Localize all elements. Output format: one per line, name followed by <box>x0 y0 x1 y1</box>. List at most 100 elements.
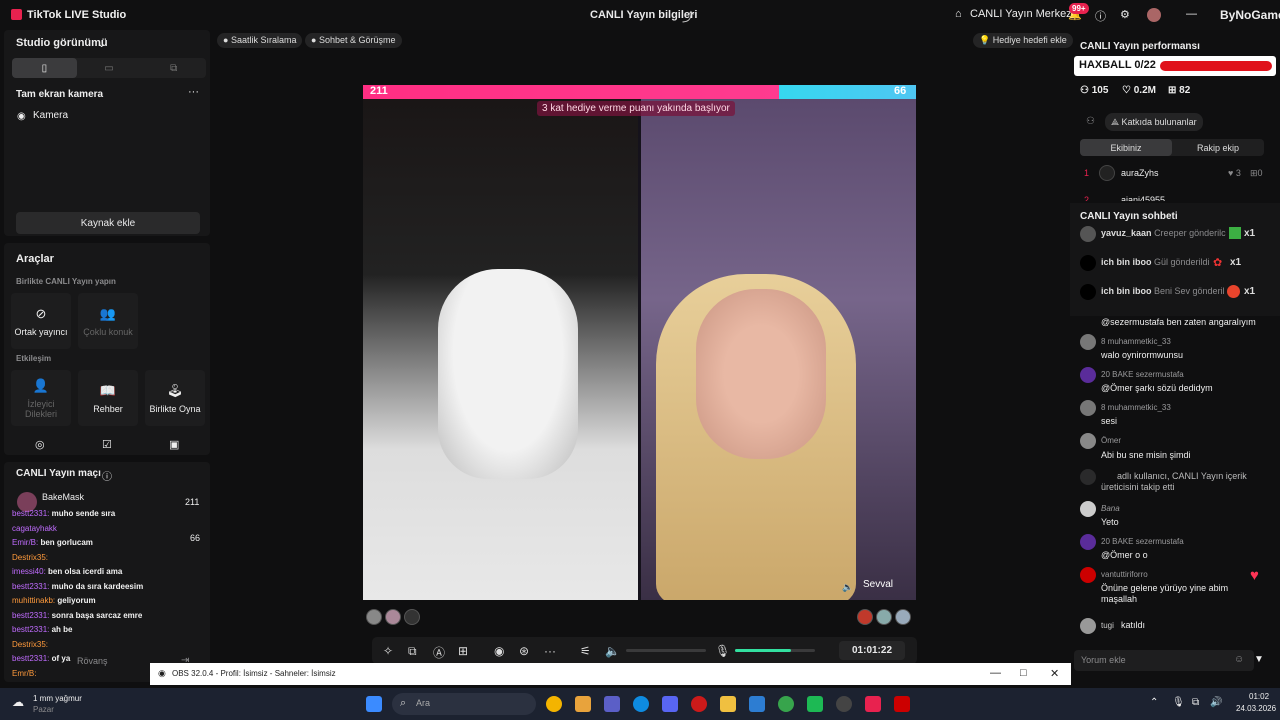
explorer-icon[interactable] <box>575 696 591 712</box>
volume-slider[interactable] <box>626 649 706 652</box>
discord-icon[interactable] <box>662 696 678 712</box>
chat-meet-chip[interactable]: ● Sohbet & Görüşme <box>305 33 402 48</box>
viewer-requests-button[interactable]: 👤 İzleyici Dilekleri <box>11 370 71 426</box>
chat-message: @sezermustafa ben zaten angaralıyım <box>1101 317 1256 327</box>
guest-face <box>696 289 826 459</box>
obs-window-bar[interactable]: ◉ OBS 32.0.4 - Profil: İsimsiz - Sahnele… <box>150 663 1071 685</box>
folder-icon[interactable] <box>720 696 736 712</box>
emoji-icon[interactable]: ☺ <box>1234 654 1244 665</box>
chat-username: 8 muhammetkic_33 <box>1101 403 1171 412</box>
gear-icon[interactable]: ⚙ <box>1120 8 1130 21</box>
clock-date[interactable]: 24.03.2026 <box>1236 704 1276 713</box>
record-icon[interactable]: ◉ <box>494 644 504 658</box>
heart-icon: ♡ <box>1122 85 1131 96</box>
add-source-button[interactable]: Kaynak ekle <box>16 212 200 234</box>
clock-time[interactable]: 01:02 <box>1249 692 1269 701</box>
mic-slider[interactable] <box>735 649 815 652</box>
together-live-heading: Birlikte CANLI Yayın yapın <box>16 277 116 286</box>
overlay-chat-line: bestt2331: ah be <box>12 625 73 634</box>
microphone-icon[interactable]: 🎙 <box>1172 697 1185 708</box>
overlay-chat-line: bestt2331: muho da sıra kardeesim <box>12 582 144 591</box>
hourly-ranking-label: Saatlik Sıralama <box>230 35 297 45</box>
more-icon[interactable]: ··· <box>188 86 199 98</box>
chrome-icon[interactable] <box>546 696 562 712</box>
ai-icon[interactable]: Ⓐ <box>433 644 445 661</box>
obs-taskbar-icon[interactable] <box>836 696 852 712</box>
notification-badge: 99+ <box>1069 3 1089 14</box>
guide-button[interactable]: 📖 Rehber <box>78 370 138 426</box>
comment-input[interactable]: Yorum ekle ☺ <box>1074 650 1254 671</box>
chat-message: katıldı <box>1121 620 1146 630</box>
team-tabs[interactable]: Ekibiniz Rakip ekip <box>1080 139 1264 156</box>
chevron-down-icon[interactable]: ⌄ <box>97 37 106 50</box>
layout-icon[interactable]: ⊞ <box>458 644 468 658</box>
avatar[interactable] <box>1147 8 1161 22</box>
volume-icon[interactable]: 🔊 <box>1210 697 1222 708</box>
microphone-icon[interactable]: 🎙 <box>715 644 730 658</box>
host-supporters <box>366 609 420 625</box>
more-icon[interactable]: ··· <box>544 644 556 658</box>
checklist-icon[interactable]: ☑ <box>102 438 112 451</box>
title-bar: TikTok LIVE Studio CANLI Yayın bilgileri… <box>0 0 1280 30</box>
filter-icon[interactable]: ▼ <box>1254 654 1264 665</box>
people-icon[interactable]: ⚇ <box>1086 116 1095 127</box>
target-icon[interactable]: ◎ <box>35 438 45 451</box>
help-icon[interactable]: ⓘ <box>1095 8 1106 24</box>
user-avatar <box>1080 618 1096 634</box>
network-icon[interactable]: ⧉ <box>1192 697 1199 708</box>
tiktok-taskbar-icon[interactable] <box>865 696 881 712</box>
windows-start-icon[interactable] <box>366 696 382 712</box>
viewers-count: 105 <box>1091 85 1109 96</box>
live-center-link[interactable]: CANLI Yayın Merkezi <box>970 8 1074 20</box>
fullscreen-camera-dropdown[interactable]: Tam ekran kamera <box>16 89 103 100</box>
minimize-icon[interactable]: — <box>990 667 1001 679</box>
target-icon[interactable]: ⊛ <box>519 644 529 658</box>
dual-layout-button[interactable]: ⧉ <box>141 58 206 78</box>
gift-goal-chip[interactable]: 💡 Hediye hedefi ekle <box>973 33 1073 48</box>
speaker-icon[interactable]: 🔈 <box>605 644 620 658</box>
info-icon[interactable]: ⓘ <box>102 468 112 483</box>
hourly-ranking-chip[interactable]: ● Saatlik Sıralama <box>217 33 303 48</box>
tab-rival-team[interactable]: Rakip ekip <box>1172 139 1264 156</box>
teams-icon[interactable] <box>604 696 620 712</box>
app-icon[interactable] <box>807 696 823 712</box>
rematch-button[interactable]: Rövanş <box>77 656 108 666</box>
rose-gift-icon: ✿ <box>1213 257 1223 269</box>
weather-icon[interactable]: ☁ <box>12 695 24 709</box>
box-icon[interactable]: ▣ <box>169 438 179 451</box>
obs-title: OBS 32.0.4 - Profil: İsimsiz - Sahneler:… <box>172 669 336 678</box>
tab-your-team[interactable]: Ekibiniz <box>1080 139 1172 156</box>
contributors-chip[interactable]: ⟁ Katkıda bulunanlar <box>1105 113 1203 131</box>
minimize-icon[interactable]: — <box>1186 8 1197 20</box>
opera-icon[interactable] <box>691 696 707 712</box>
edge-icon[interactable] <box>633 696 649 712</box>
chat-message: @Ömer o o <box>1101 550 1148 560</box>
share-icon[interactable]: ⤴ <box>682 8 694 25</box>
taskbar-search[interactable]: ⌕ Ara <box>392 693 536 715</box>
play-together-button[interactable]: 🕹 Birlikte Oyna <box>145 370 205 426</box>
contributors-label: Katkıda bulunanlar <box>1121 117 1197 127</box>
maximize-icon[interactable]: □ <box>1020 667 1027 679</box>
gift-count: x1 <box>1244 228 1256 239</box>
settings-sliders-icon[interactable]: ⚟ <box>580 644 591 658</box>
weather-text[interactable]: 1 mm yağmur <box>33 694 82 703</box>
studio-view-dropdown[interactable]: Studio görünümü <box>16 37 108 49</box>
layout-selector[interactable]: ▯ ▭ ⧉ <box>12 58 206 78</box>
home-icon[interactable]: ⌂ <box>955 8 962 20</box>
haxball-label: HAXBALL 0/22 <box>1079 59 1156 71</box>
chevron-up-icon[interactable]: ⌃ <box>1150 697 1158 708</box>
co-host-button[interactable]: ⊘ Ortak yayıncı <box>11 293 71 349</box>
landscape-layout-button[interactable]: ▭ <box>77 58 142 78</box>
youtube-icon[interactable] <box>894 696 910 712</box>
obs-icon: ◉ <box>158 668 166 678</box>
chrome-alt-icon[interactable] <box>778 696 794 712</box>
close-icon[interactable]: ✕ <box>1050 667 1059 680</box>
effects-icon[interactable]: ⧉ <box>408 644 417 659</box>
mail-icon[interactable] <box>749 696 765 712</box>
portrait-layout-button[interactable]: ▯ <box>12 58 77 78</box>
multi-guest-button[interactable]: 👥 Çoklu konuk <box>78 293 138 349</box>
haxball-goal: HAXBALL 0/22 <box>1074 56 1276 76</box>
magic-wand-icon[interactable]: ✧ <box>383 644 393 658</box>
chat-username: 8 muhammetkic_33 <box>1101 337 1171 346</box>
camera-source-item[interactable]: Kamera <box>33 110 68 121</box>
